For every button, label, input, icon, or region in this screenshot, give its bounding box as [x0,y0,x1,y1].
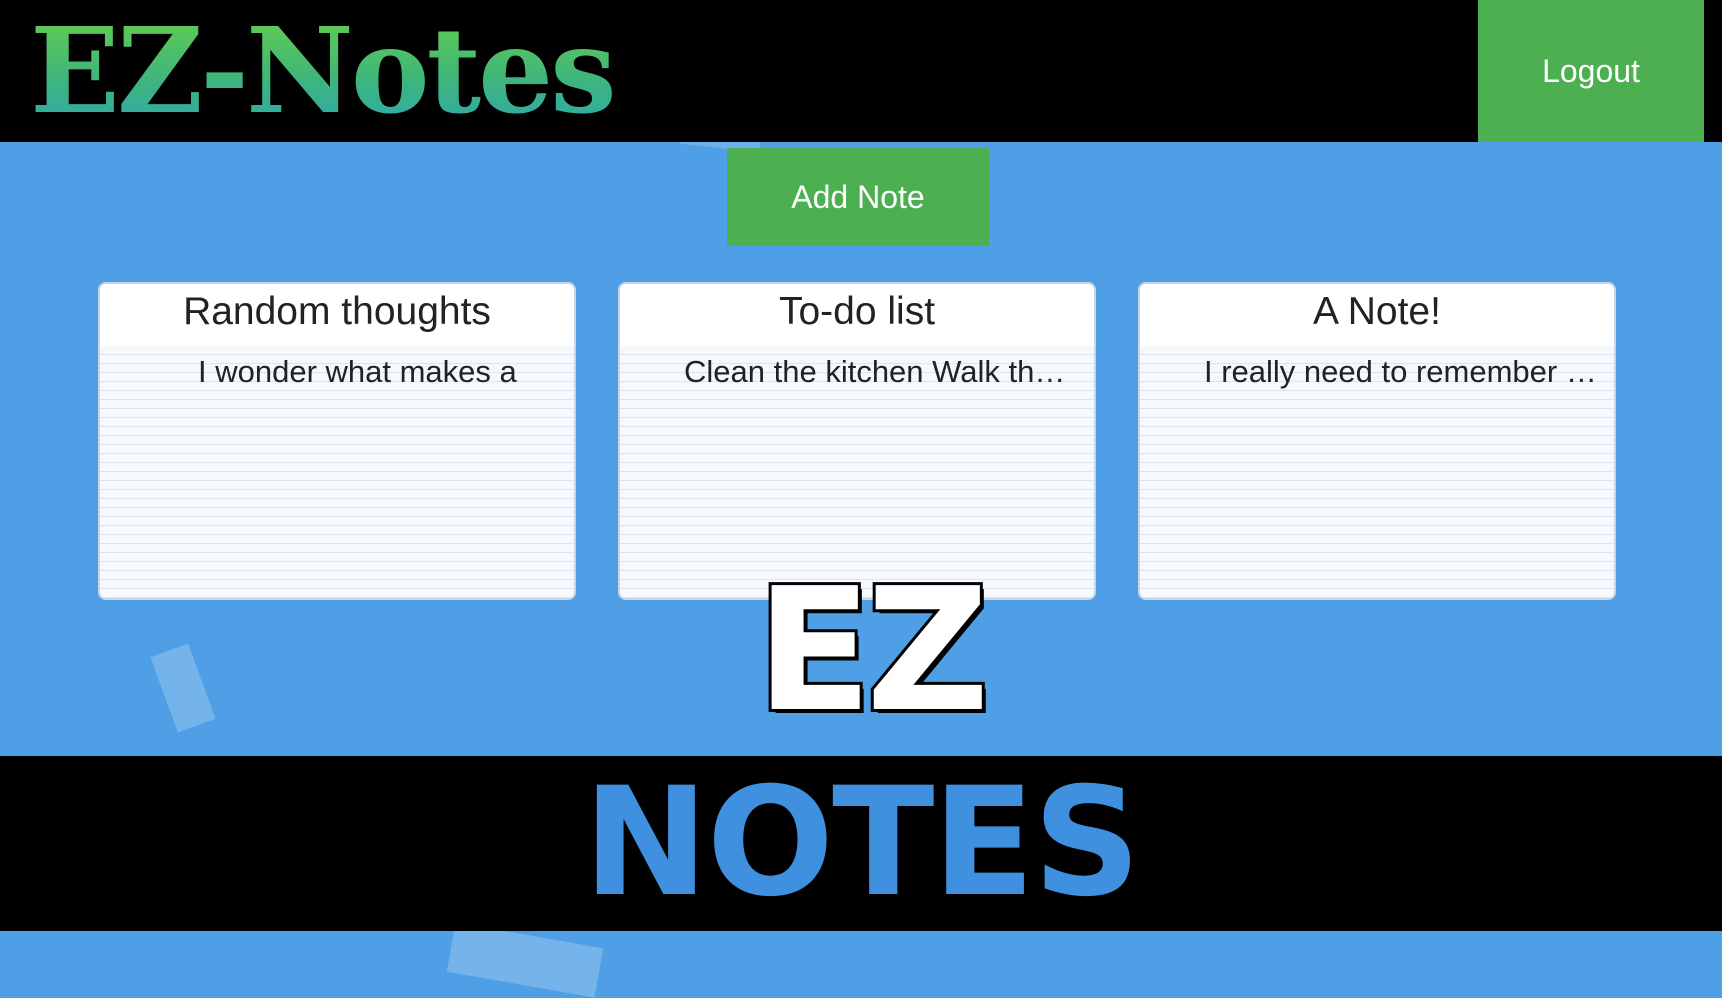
emblem-ez-text: EZ [753,552,992,750]
note-title: To-do list [778,290,936,333]
note-title: Random thoughts [183,290,491,333]
add-note-button[interactable]: Add Note [727,148,989,246]
note-card[interactable]: A Note! I really need to remember this [1138,282,1616,600]
app-logo: EZ-Notes [30,1,617,140]
note-card[interactable]: Random thoughts I wonder what makes a [98,282,576,600]
note-title: A Note! [1313,290,1441,333]
logout-button[interactable]: Logout [1478,0,1704,142]
footer-banner: NOTES [0,756,1722,931]
note-preview: I wonder what makes a [198,354,517,389]
note-body: I really need to remember this [1140,346,1614,598]
note-preview: Clean the kitchen Walk the dog [684,354,1078,389]
app-header: EZ-Notes Logout [0,0,1722,142]
emblem-notes-text: NOTES [583,756,1141,930]
note-preview: I really need to remember this [1204,354,1598,389]
note-body: I wonder what makes a [100,346,574,598]
